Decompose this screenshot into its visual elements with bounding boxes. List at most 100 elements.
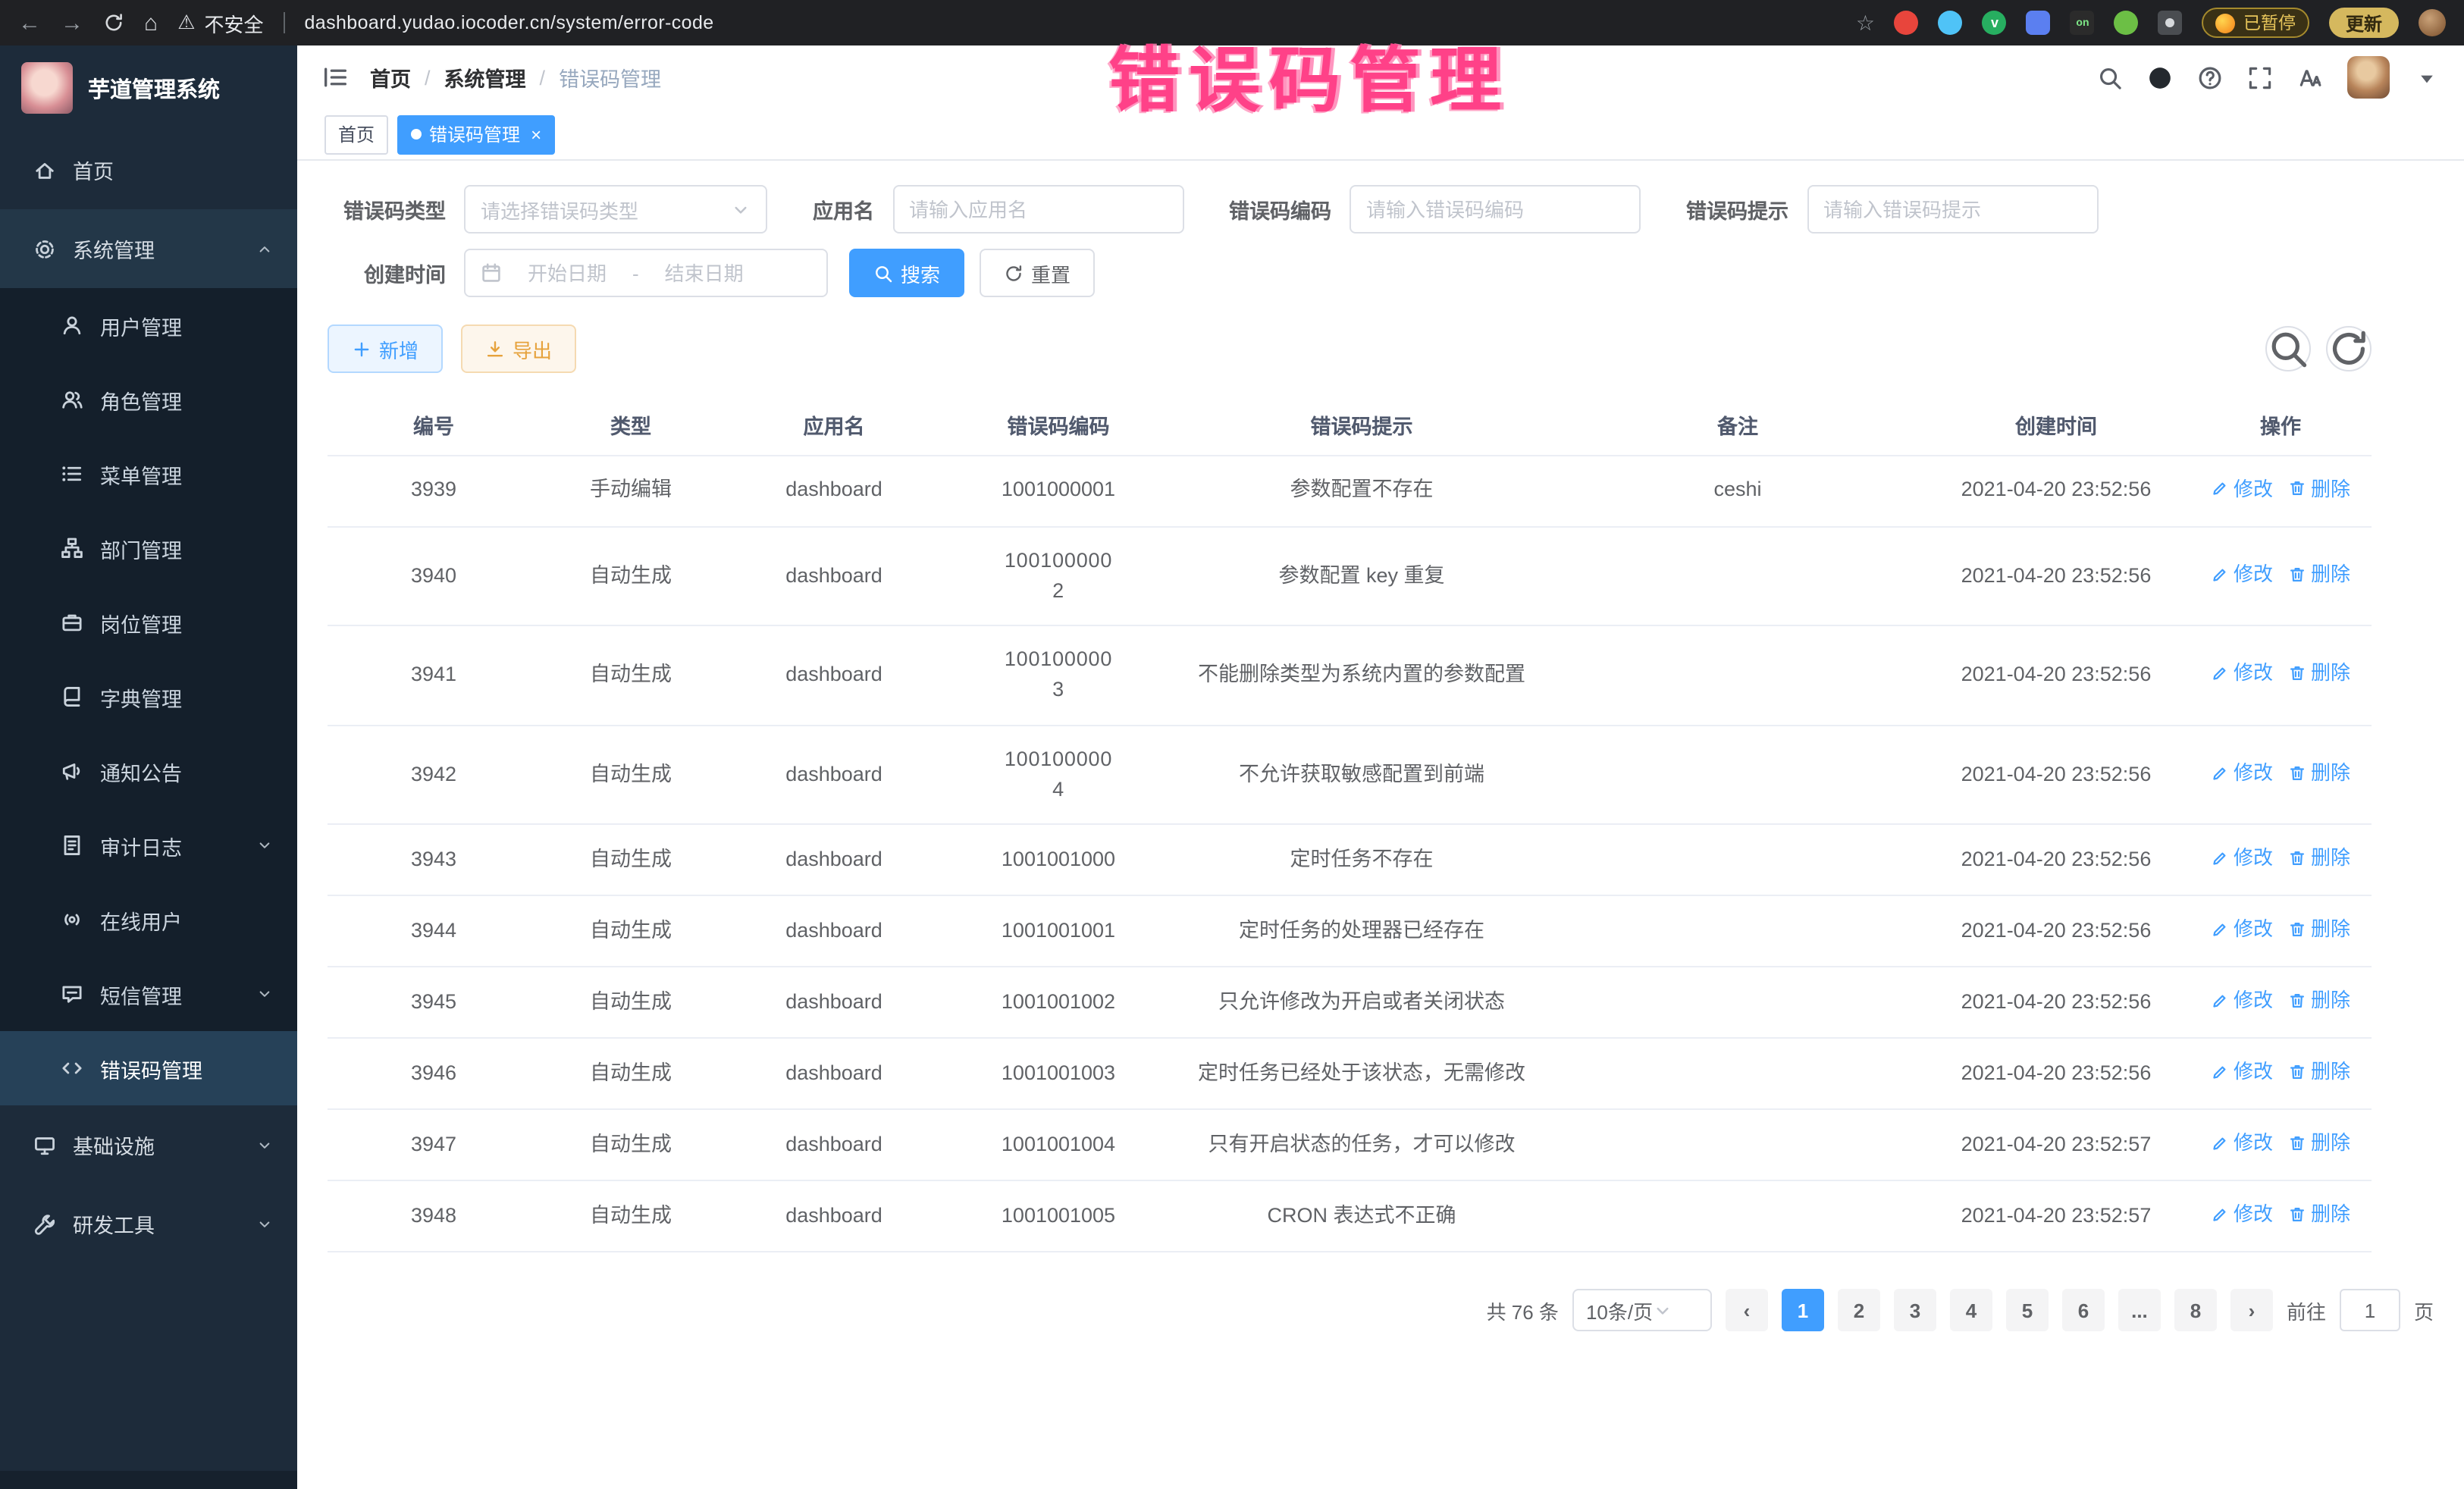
sidebar-item-label: 错误码管理: [100, 1053, 273, 1083]
refresh-table-icon[interactable]: [2326, 326, 2372, 371]
toggle-search-icon[interactable]: [2265, 326, 2311, 371]
browser-home-icon[interactable]: ⌂: [144, 11, 158, 34]
fullscreen-icon[interactable]: [2247, 64, 2273, 90]
extension-icon-blue[interactable]: [1939, 11, 1963, 35]
hamburger-icon[interactable]: [321, 64, 349, 91]
page-button-5[interactable]: 5: [2006, 1289, 2049, 1331]
page-size-select[interactable]: 10条/页: [1572, 1289, 1712, 1331]
sidebar-item-dict[interactable]: 字典管理: [0, 660, 297, 734]
sidebar-item-notice[interactable]: 通知公告: [0, 734, 297, 808]
sidebar-collapse-bar[interactable]: [0, 1471, 297, 1489]
error-hint-input[interactable]: [1823, 198, 2081, 221]
extension-icon-green-v[interactable]: v: [1983, 11, 2007, 35]
github-icon[interactable]: [2147, 64, 2173, 90]
sidebar-item-audit-log[interactable]: 审计日志: [0, 808, 297, 882]
edit-link[interactable]: 修改: [2211, 758, 2273, 788]
edit-link[interactable]: 修改: [2211, 1128, 2273, 1158]
url-text[interactable]: dashboard.yudao.iocoder.cn/system/error-…: [304, 12, 713, 33]
security-indicator[interactable]: ⚠ 不安全: [177, 8, 263, 37]
user-avatar[interactable]: [2347, 56, 2390, 99]
add-button[interactable]: 新增: [328, 324, 443, 373]
start-date-input[interactable]: [513, 262, 622, 284]
edit-link[interactable]: 修改: [2211, 560, 2273, 589]
search-icon[interactable]: [2097, 64, 2123, 90]
cell-app: dashboard: [722, 1180, 946, 1252]
cell-app: dashboard: [722, 625, 946, 725]
tag-close-icon[interactable]: ×: [531, 124, 541, 145]
extension-icon-red[interactable]: [1895, 11, 1919, 35]
extension-icon-on[interactable]: on: [2071, 11, 2095, 35]
edit-link[interactable]: 修改: [2211, 474, 2273, 503]
error-code-input[interactable]: [1366, 198, 1624, 221]
extension-icon-leaf[interactable]: [2114, 11, 2139, 35]
delete-link[interactable]: 删除: [2288, 1199, 2350, 1229]
sidebar-item-infra[interactable]: 基础设施: [0, 1105, 297, 1184]
breadcrumb-item[interactable]: 首页: [370, 62, 411, 92]
breadcrumb-item[interactable]: 系统管理: [444, 62, 526, 92]
reset-button[interactable]: 重置: [980, 249, 1095, 297]
edit-link[interactable]: 修改: [2211, 986, 2273, 1015]
sidebar-item-error-code[interactable]: 错误码管理: [0, 1031, 297, 1105]
next-page-button[interactable]: ›: [2230, 1289, 2273, 1331]
update-button[interactable]: 更新: [2329, 8, 2399, 38]
chevron-down-icon[interactable]: [2414, 64, 2440, 90]
page-button-4[interactable]: 4: [1950, 1289, 1992, 1331]
page-button-8[interactable]: 8: [2174, 1289, 2217, 1331]
extension-icon-grid[interactable]: [2027, 11, 2051, 35]
edit-link[interactable]: 修改: [2211, 843, 2273, 873]
app-logo[interactable]: 芋道管理系统: [0, 45, 297, 130]
cell-type: 自动生成: [540, 1109, 722, 1180]
delete-link[interactable]: 删除: [2288, 1128, 2350, 1158]
page-ellipsis[interactable]: ...: [2118, 1289, 2161, 1331]
delete-link[interactable]: 删除: [2288, 986, 2350, 1015]
page-button-2[interactable]: 2: [1838, 1289, 1880, 1331]
delete-link[interactable]: 删除: [2288, 758, 2350, 788]
tag-error-code[interactable]: 错误码管理×: [397, 114, 555, 154]
font-size-icon[interactable]: [2297, 64, 2323, 90]
delete-link[interactable]: 删除: [2288, 843, 2350, 873]
emoji-face-icon: [2216, 13, 2236, 33]
sidebar-item-online-user[interactable]: 在线用户: [0, 882, 297, 957]
prev-page-button[interactable]: ‹: [1726, 1289, 1768, 1331]
search-button[interactable]: 搜索: [849, 249, 964, 297]
sidebar-item-user[interactable]: 用户管理: [0, 288, 297, 362]
help-icon[interactable]: [2197, 64, 2223, 90]
forward-icon[interactable]: →: [61, 11, 83, 34]
paused-badge[interactable]: 已暂停: [2202, 8, 2309, 38]
back-icon[interactable]: ←: [18, 11, 41, 34]
reload-icon[interactable]: [103, 12, 124, 33]
sidebar-item-menu[interactable]: 菜单管理: [0, 437, 297, 511]
sidebar-item-system[interactable]: 系统管理: [0, 209, 297, 288]
goto-page-input[interactable]: [2340, 1289, 2400, 1331]
date-range-picker[interactable]: -: [464, 249, 828, 297]
sidebar-item-home[interactable]: 首页: [0, 130, 297, 209]
error-type-select[interactable]: 请选择错误码类型: [464, 185, 767, 234]
sidebar-item-devtool[interactable]: 研发工具: [0, 1184, 297, 1263]
edit-link[interactable]: 修改: [2211, 914, 2273, 944]
page-button-1[interactable]: 1: [1782, 1289, 1824, 1331]
sidebar-item-sms[interactable]: 短信管理: [0, 957, 297, 1031]
delete-link[interactable]: 删除: [2288, 474, 2350, 503]
edit-link[interactable]: 修改: [2211, 1057, 2273, 1086]
page-button-6[interactable]: 6: [2062, 1289, 2105, 1331]
end-date-input[interactable]: [650, 262, 759, 284]
delete-link[interactable]: 删除: [2288, 659, 2350, 688]
page-button-3[interactable]: 3: [1894, 1289, 1936, 1331]
delete-link[interactable]: 删除: [2288, 1057, 2350, 1086]
delete-link[interactable]: 删除: [2288, 914, 2350, 944]
browser-avatar[interactable]: [2419, 9, 2446, 36]
sidebar-item-post[interactable]: 岗位管理: [0, 585, 297, 660]
sidebar-item-role[interactable]: 角色管理: [0, 362, 297, 437]
app-name-input[interactable]: [909, 198, 1167, 221]
bookmark-star-icon[interactable]: ☆: [1856, 10, 1875, 36]
extension-pin-icon[interactable]: [2158, 11, 2183, 35]
sidebar-item-dept[interactable]: 部门管理: [0, 511, 297, 585]
delete-icon: [2288, 480, 2306, 498]
edit-link[interactable]: 修改: [2211, 1199, 2273, 1229]
tag-home[interactable]: 首页: [324, 114, 388, 154]
filter-hint-label: 错误码提示: [1686, 194, 1788, 224]
delete-link[interactable]: 删除: [2288, 560, 2350, 589]
table-body: 3939手动编辑dashboard1001000001参数配置不存在ceshi2…: [328, 455, 2372, 1252]
edit-link[interactable]: 修改: [2211, 659, 2273, 688]
export-button[interactable]: 导出: [461, 324, 576, 373]
